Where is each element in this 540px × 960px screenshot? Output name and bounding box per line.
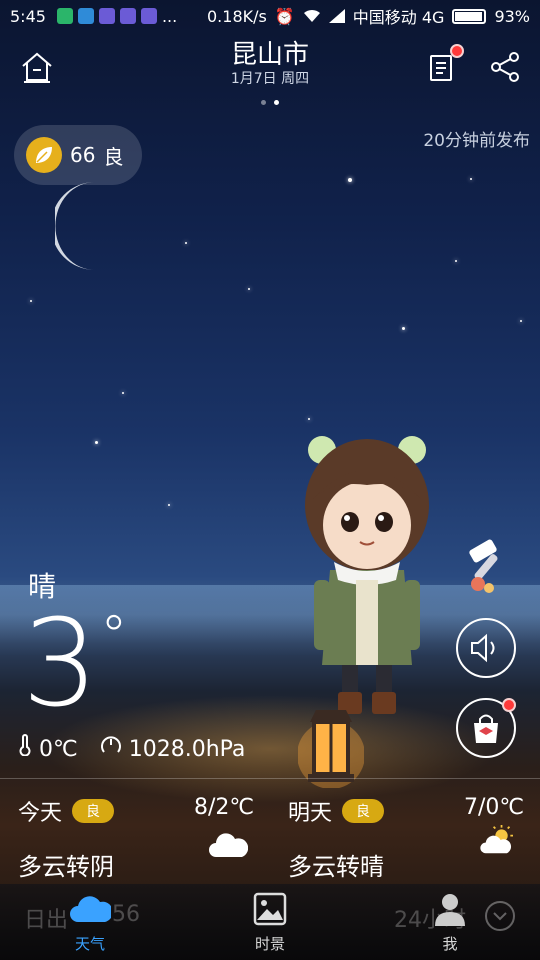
forecast-range: 7/0℃ <box>464 795 525 820</box>
divider <box>0 778 540 779</box>
pressure: 1028.0hPa <box>100 734 246 762</box>
header: 昆山市 1月7日 周四 <box>0 32 540 105</box>
temperature-value: 3 <box>22 595 98 734</box>
status-time: 5:45 <box>10 6 46 26</box>
shopping-bag-icon <box>474 714 498 743</box>
notification-dot <box>450 44 464 58</box>
cloud-icon <box>70 896 111 922</box>
feels-like-value: 0℃ <box>39 737 78 762</box>
news-button[interactable] <box>428 44 464 84</box>
picture-icon <box>253 892 287 926</box>
aqi-value: 66 <box>70 143 96 167</box>
wifi-icon <box>303 9 320 22</box>
feels-like: 0℃ <box>18 734 78 762</box>
shop-button[interactable] <box>456 698 516 758</box>
more-notifications: ... <box>161 6 178 26</box>
network-speed: 0.18K/s <box>207 6 267 26</box>
battery-percent: 93% <box>494 6 530 26</box>
nav-weather[interactable]: 天气 <box>30 884 150 960</box>
voice-broadcast-button[interactable] <box>456 618 516 678</box>
nav-label: 时景 <box>254 935 285 953</box>
character-figure[interactable] <box>292 430 442 720</box>
forecast-aqi-badge: 良 <box>342 799 385 823</box>
gauge-icon <box>100 736 121 753</box>
moon-icon <box>55 182 95 270</box>
forecast-range: 8/2℃ <box>194 795 255 820</box>
nav-label: 天气 <box>74 935 105 953</box>
degree-symbol: ° <box>100 604 128 667</box>
forecast-day: 今天 <box>18 801 63 826</box>
page-dot-active <box>274 100 279 105</box>
current-temperature: 3 ° <box>22 605 127 725</box>
weather-details: 0℃ 1028.0hPa <box>18 734 245 762</box>
status-bar: 5:45 ... 0.18K/s ⏰ 中国移动 4G 93% <box>0 0 540 32</box>
forecast-today[interactable]: 今天 良 多云转阴 8/2℃ <box>18 795 258 881</box>
nav-me[interactable]: 我 <box>390 884 510 960</box>
forecast-tomorrow[interactable]: 明天 良 多云转晴 7/0℃ <box>288 795 525 881</box>
aqi-level: 良 <box>103 144 124 169</box>
app-notification-icon <box>140 8 157 24</box>
pressure-value: 1028.0hPa <box>128 737 246 762</box>
app-notification-icon <box>98 8 115 24</box>
date-label: 1月7日 周四 <box>230 71 310 87</box>
bottom-nav: 日出 56 24小时 天气 时景 我 <box>0 884 540 960</box>
app-notification-icon <box>77 8 94 24</box>
partly-sunny-icon <box>480 825 513 854</box>
nav-scenery[interactable]: 时景 <box>210 884 330 960</box>
lantern-decoration <box>298 710 364 788</box>
aqi-badge[interactable]: 66 良 <box>14 125 142 185</box>
speaker-icon <box>471 633 495 663</box>
signal-icon <box>328 9 345 23</box>
publish-time: 20分钟前发布 <box>423 131 530 151</box>
leaf-icon <box>26 137 62 173</box>
app-notification-icon <box>119 8 136 24</box>
cloud-icon <box>209 833 248 857</box>
person-icon <box>435 894 465 926</box>
page-dot <box>261 100 266 105</box>
thermometer-icon <box>19 734 31 757</box>
carrier-label: 中国移动 4G <box>352 8 445 27</box>
battery-icon <box>452 8 487 24</box>
share-icon[interactable] <box>490 50 520 84</box>
notification-dot <box>502 698 516 712</box>
tool-icon[interactable] <box>462 538 512 596</box>
page-indicator <box>0 90 540 109</box>
forecast-day: 明天 <box>288 801 333 826</box>
nav-label: 我 <box>442 935 458 953</box>
alarm-icon: ⏰ <box>274 6 295 26</box>
app-notification-icon <box>56 8 73 24</box>
forecast-aqi-badge: 良 <box>72 799 115 823</box>
